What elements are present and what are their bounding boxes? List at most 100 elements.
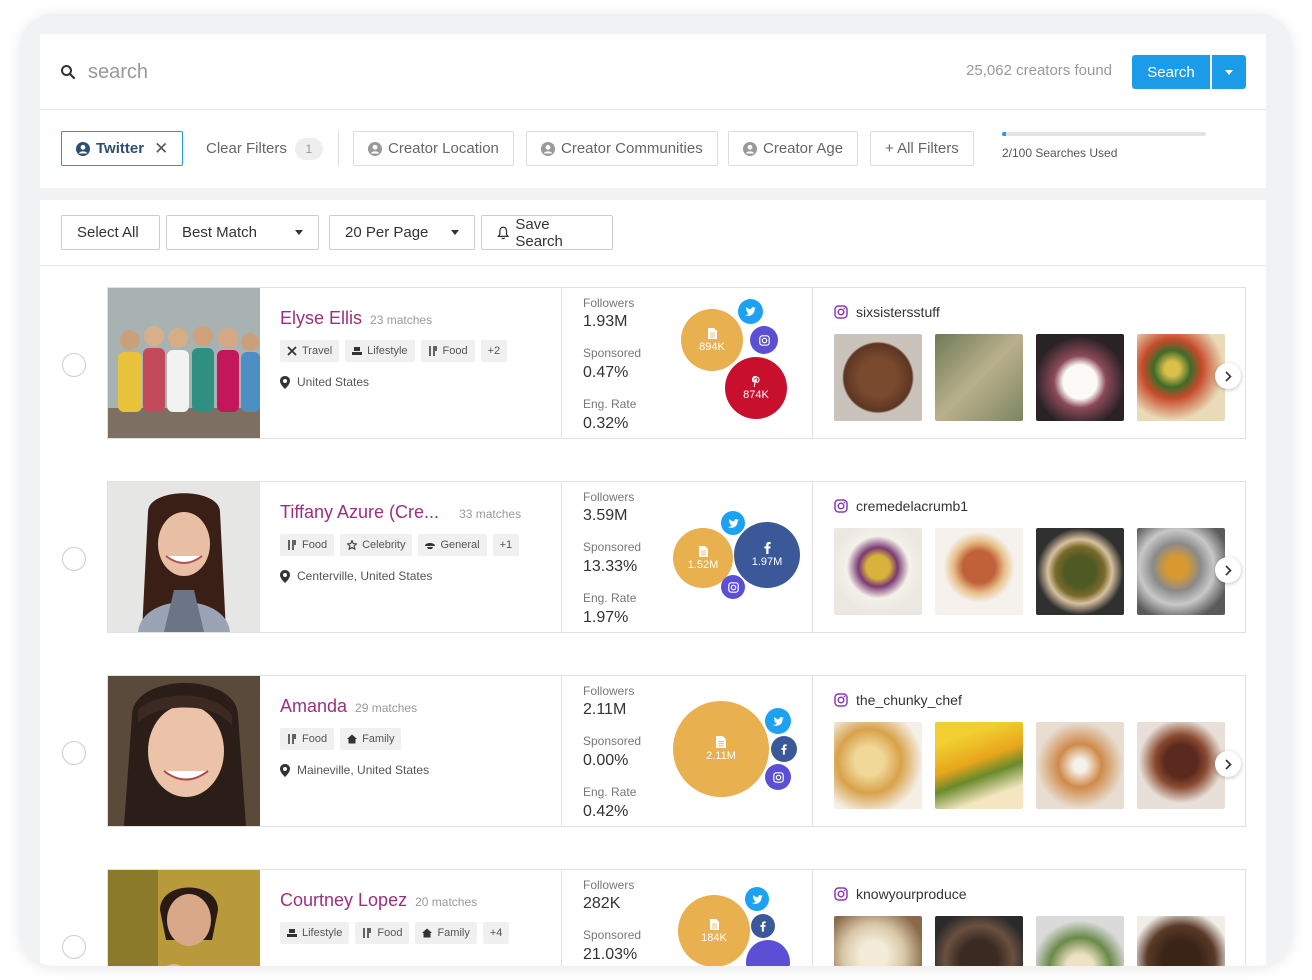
tag-label: Family xyxy=(437,927,470,939)
bubble-label: 894K xyxy=(699,340,725,353)
instagram-handle: knowyourproduce xyxy=(856,886,967,902)
tag-label: Celebrity xyxy=(362,539,406,551)
post-thumbnail[interactable] xyxy=(1036,334,1124,421)
clear-filters-label: Clear Filters xyxy=(206,140,287,157)
instagram-handle-link[interactable]: the_chunky_chef xyxy=(834,692,962,708)
post-thumbnails xyxy=(834,334,1225,421)
tag: General xyxy=(418,534,487,556)
search-input[interactable] xyxy=(88,56,788,88)
sponsored-value: 0.47% xyxy=(583,364,629,381)
user-circle-icon xyxy=(368,141,382,156)
post-thumbnail[interactable] xyxy=(834,722,922,809)
post-thumbnail[interactable] xyxy=(1036,528,1124,615)
creator-card-body[interactable]: Courtney Lopez 20 matches Lifestyle Food … xyxy=(107,869,1246,966)
creator-photo xyxy=(108,870,260,966)
followers-value: 1.93M xyxy=(583,313,628,330)
sort-dropdown[interactable]: Best Match xyxy=(166,215,319,250)
next-posts-button[interactable] xyxy=(1215,557,1241,583)
filter-chip-twitter[interactable]: Twitter ✕ xyxy=(61,131,184,166)
all-filters-button[interactable]: + All Filters xyxy=(870,131,974,166)
creator-card-body[interactable]: Tiffany Azure (Cre... 33 matches Food Cel… xyxy=(107,481,1246,633)
utensils-icon xyxy=(428,346,437,356)
instagram-handle-link[interactable]: knowyourproduce xyxy=(834,886,967,902)
tag: Food xyxy=(280,534,335,556)
next-posts-button[interactable] xyxy=(1215,363,1241,389)
remove-filter-icon[interactable]: ✕ xyxy=(154,139,168,159)
post-thumbnail[interactable] xyxy=(1137,528,1225,615)
instagram-handle-link[interactable]: cremedelacrumb1 xyxy=(834,498,968,514)
filter-count-badge: 1 xyxy=(294,137,323,160)
tag-label: Food xyxy=(302,733,328,745)
per-page-dropdown[interactable]: 20 Per Page xyxy=(329,215,475,250)
map-pin-icon xyxy=(280,569,290,583)
instagram-handle-link[interactable]: sixsistersstuff xyxy=(834,304,940,320)
tag-label: Food xyxy=(442,345,468,357)
creator-stats: Followers 3.59M Sponsored 13.33% Eng. Ra… xyxy=(563,482,813,632)
creator-name-link[interactable]: Amanda 29 matches xyxy=(280,696,417,717)
sponsored-label: Sponsored xyxy=(583,346,642,360)
creator-communities-filter[interactable]: Creator Communities xyxy=(526,131,718,166)
creator-age-filter[interactable]: Creator Age xyxy=(728,131,859,166)
next-posts-button[interactable] xyxy=(1215,751,1241,777)
select-creator-radio[interactable] xyxy=(62,935,86,959)
document-icon xyxy=(716,736,726,748)
caret-down-icon xyxy=(295,230,303,235)
select-creator-radio[interactable] xyxy=(62,741,86,765)
followers-value: 282K xyxy=(583,895,621,912)
clear-filters-button[interactable]: Clear Filters 1 xyxy=(206,131,323,166)
creator-name-link[interactable]: Elyse Ellis 23 matches xyxy=(280,308,432,329)
save-search-label: Save Search xyxy=(515,215,563,250)
post-thumbnail[interactable] xyxy=(834,916,922,966)
post-thumbnail[interactable] xyxy=(935,916,1023,966)
creator-card-body[interactable]: Amanda 29 matches Food Family Maineville,… xyxy=(107,675,1246,827)
search-button[interactable]: Search xyxy=(1132,55,1210,89)
eng-rate-value: 1.97% xyxy=(583,609,629,626)
post-thumbnail[interactable] xyxy=(834,334,922,421)
creator-name-link[interactable]: Tiffany Azure (Cre... 33 matches xyxy=(280,502,521,523)
creator-age-label: Creator Age xyxy=(763,140,844,157)
creator-tags: Lifestyle Food Family +4 xyxy=(280,922,510,944)
post-thumbnail[interactable] xyxy=(1137,722,1225,809)
post-thumbnail[interactable] xyxy=(935,334,1023,421)
twitter-icon xyxy=(745,307,756,316)
quota-text: 2/100 Searches Used xyxy=(1002,146,1118,160)
blog-reach-bubble: 184K xyxy=(678,895,750,966)
post-thumbnails xyxy=(834,722,1225,809)
post-thumbnail[interactable] xyxy=(1137,334,1225,421)
post-thumbnail[interactable] xyxy=(935,528,1023,615)
tag: +2 xyxy=(480,340,508,362)
post-thumbnail[interactable] xyxy=(1036,916,1124,966)
search-options-dropdown[interactable] xyxy=(1211,55,1246,89)
creator-location-filter[interactable]: Creator Location xyxy=(353,131,514,166)
post-thumbnail[interactable] xyxy=(834,528,922,615)
bubble-label: 184K xyxy=(701,931,727,944)
bubble-label: 1.97M xyxy=(751,556,783,568)
select-creator-radio[interactable] xyxy=(62,353,86,377)
sort-label: Best Match xyxy=(182,224,258,241)
creator-card-body[interactable]: Elyse Ellis 23 matches Travel Lifestyle F… xyxy=(107,287,1246,439)
tag: Family xyxy=(340,728,402,750)
creator-photo xyxy=(108,482,260,632)
post-thumbnail[interactable] xyxy=(1137,916,1225,966)
instagram-media: cremedelacrumb1 xyxy=(814,482,1246,632)
map-pin-icon xyxy=(280,375,290,389)
creator-name-link[interactable]: Courtney Lopez 20 matches xyxy=(280,890,477,911)
post-thumbnail[interactable] xyxy=(1036,722,1124,809)
per-page-label: 20 Per Page xyxy=(345,224,429,241)
instagram-icon xyxy=(834,499,848,513)
document-icon xyxy=(707,327,717,339)
save-search-button[interactable]: Save Search xyxy=(481,215,613,250)
instagram-icon xyxy=(834,887,848,901)
quota-progress-bar xyxy=(1002,132,1206,136)
eng-rate-label: Eng. Rate xyxy=(583,397,637,411)
followers-value: 3.59M xyxy=(583,507,628,524)
select-all-button[interactable]: Select All xyxy=(61,215,160,250)
pinterest-icon xyxy=(751,375,760,387)
select-creator-radio[interactable] xyxy=(62,547,86,571)
post-thumbnail[interactable] xyxy=(935,722,1023,809)
tag-label: Lifestyle xyxy=(302,927,343,939)
twitter-badge xyxy=(765,708,791,734)
creator-tags: Travel Lifestyle Food +2 xyxy=(280,340,508,362)
creator-card: Courtney Lopez 20 matches Lifestyle Food … xyxy=(40,869,1266,966)
search-icon xyxy=(61,65,76,80)
